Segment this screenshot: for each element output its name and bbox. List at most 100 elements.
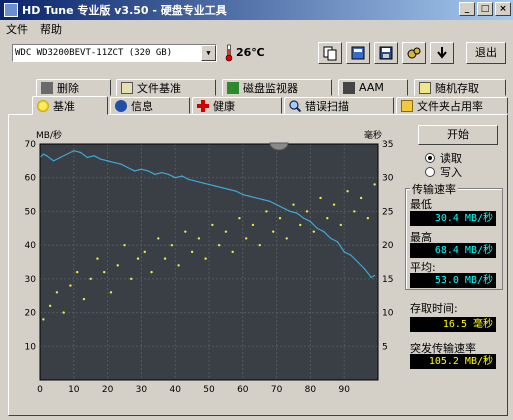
transfer-rate-point xyxy=(100,158,102,160)
access-time-point xyxy=(373,183,376,186)
thermometer-icon xyxy=(225,44,233,62)
transfer-rate-point xyxy=(242,193,244,196)
download-button[interactable] xyxy=(430,42,454,64)
transfer-rate-point xyxy=(374,274,376,277)
access-time-point xyxy=(346,190,349,193)
access-time-point xyxy=(42,318,45,321)
tab-error-scan[interactable]: 错误扫描 xyxy=(284,97,394,114)
radio-write[interactable]: 写入 xyxy=(425,164,462,180)
transfer-rate-point xyxy=(86,156,88,159)
access-time-point xyxy=(48,304,52,308)
access-time-point xyxy=(366,216,370,220)
min-label: 最低 xyxy=(410,198,432,211)
settings-button[interactable] xyxy=(402,42,426,64)
access-time-point xyxy=(109,291,113,294)
access-time-point xyxy=(231,250,234,254)
access-time-value: 16.5 毫秒 xyxy=(410,317,496,332)
access-time-point xyxy=(339,223,343,227)
access-time-point xyxy=(244,237,248,240)
transfer-rate-point xyxy=(93,155,95,157)
transfer-rate-point xyxy=(208,183,210,186)
save-button[interactable] xyxy=(374,42,398,64)
tab-delete[interactable]: 删除 xyxy=(36,79,111,96)
radio-read-dot[interactable] xyxy=(425,153,435,163)
toolbar: WDC WD3200BEVT-11ZCT (320 GB) ▼ 26℃ 退出 xyxy=(0,38,513,70)
x-tick-label: 60 xyxy=(237,385,249,395)
access-time-point xyxy=(136,257,140,260)
access-time-point xyxy=(278,216,282,220)
y-right-tick-label: 25 xyxy=(382,207,393,217)
transfer-rate-point xyxy=(140,168,142,170)
tab-random-access[interactable]: 随机存取 xyxy=(414,79,506,96)
transfer-rate-point xyxy=(363,268,366,270)
access-time-point xyxy=(177,264,180,267)
tab-info[interactable]: 信息 xyxy=(110,97,190,114)
access-time-point xyxy=(265,210,268,213)
tab-file-benchmark[interactable]: 文件基准 xyxy=(116,79,216,96)
transfer-rate-point xyxy=(323,231,325,233)
y-left-tick-label: 20 xyxy=(25,309,37,319)
tab-benchmark[interactable]: 基准 xyxy=(32,96,108,115)
monitor-icon xyxy=(227,81,239,94)
y-right-tick-label: 30 xyxy=(382,174,394,184)
tab-health[interactable]: 健康 xyxy=(192,97,282,114)
window-title: HD Tune 专业版 v3.50 - 硬盘专业工具 xyxy=(22,4,227,17)
transfer-rate-point xyxy=(79,151,82,154)
access-time-label: 存取时间: xyxy=(410,302,458,315)
access-time-point xyxy=(217,243,221,247)
max-value: 68.4 MB/秒 xyxy=(410,243,496,258)
y-left-axis-label: MB/秒 xyxy=(36,129,62,141)
tab-aam[interactable]: AAM xyxy=(338,79,408,96)
save-icon xyxy=(379,46,393,60)
access-time-point xyxy=(258,243,261,247)
access-time-point xyxy=(130,277,133,281)
transfer-rate-point xyxy=(296,212,298,214)
access-time-point xyxy=(62,311,65,314)
close-button[interactable]: × xyxy=(495,2,511,16)
transfer-rate-point xyxy=(276,204,278,206)
x-tick-label: 0 xyxy=(37,385,43,395)
access-time-point xyxy=(75,270,79,274)
transfer-rate-point xyxy=(194,180,197,182)
info-button[interactable] xyxy=(346,42,370,64)
x-tick-label: 30 xyxy=(136,385,148,395)
y-left-tick-label: 60 xyxy=(25,174,37,184)
transfer-rate-point xyxy=(154,173,156,175)
chevron-down-icon[interactable]: ▼ xyxy=(201,45,216,61)
transfer-rate-point xyxy=(262,199,264,201)
menu-bar: 文件 帮助 xyxy=(0,20,513,38)
access-time-point xyxy=(103,270,106,274)
transfer-rate-point xyxy=(343,251,345,253)
file-icon xyxy=(121,81,133,94)
tab-disk-monitor[interactable]: 磁盘监视器 xyxy=(222,79,332,96)
access-time-point xyxy=(211,223,214,227)
maximize-button[interactable]: □ xyxy=(477,2,493,16)
menu-help[interactable]: 帮助 xyxy=(34,21,68,37)
access-time-point xyxy=(96,257,99,260)
tab-folder-usage[interactable]: 文件夹占用率 xyxy=(396,97,508,114)
transfer-rate-point xyxy=(282,207,284,209)
access-time-point xyxy=(150,270,153,274)
x-tick-label: 80 xyxy=(305,385,317,395)
exit-button[interactable]: 退出 xyxy=(466,42,506,64)
minimize-button[interactable]: _ xyxy=(459,2,475,16)
transfer-rate-point xyxy=(303,217,305,219)
drive-select[interactable]: WDC WD3200BEVT-11ZCT (320 GB) ▼ xyxy=(12,44,217,62)
access-time-point xyxy=(292,203,295,206)
copy-button[interactable] xyxy=(318,42,342,64)
access-time-point xyxy=(319,196,322,200)
benchmark-chart: 0 10 20 30 40 50 60 70 80 90 10 20 30 40 50 60 70 5 10 15 20… xyxy=(25,129,394,395)
radio-write-dot[interactable] xyxy=(425,167,435,177)
access-time-point xyxy=(69,284,72,287)
access-time-point xyxy=(204,257,207,260)
transfer-rate-point xyxy=(228,188,230,191)
delete-icon xyxy=(41,81,53,94)
start-button[interactable]: 开始 xyxy=(418,125,498,145)
menu-file[interactable]: 文件 xyxy=(0,21,34,37)
temperature-readout: 26℃ xyxy=(236,46,265,59)
transfer-rate-point xyxy=(370,276,372,279)
folder-icon xyxy=(401,99,413,112)
transfer-rate-point xyxy=(215,185,217,187)
y-right-tick-label: 35 xyxy=(382,140,393,150)
transfer-rate-point xyxy=(350,254,352,256)
